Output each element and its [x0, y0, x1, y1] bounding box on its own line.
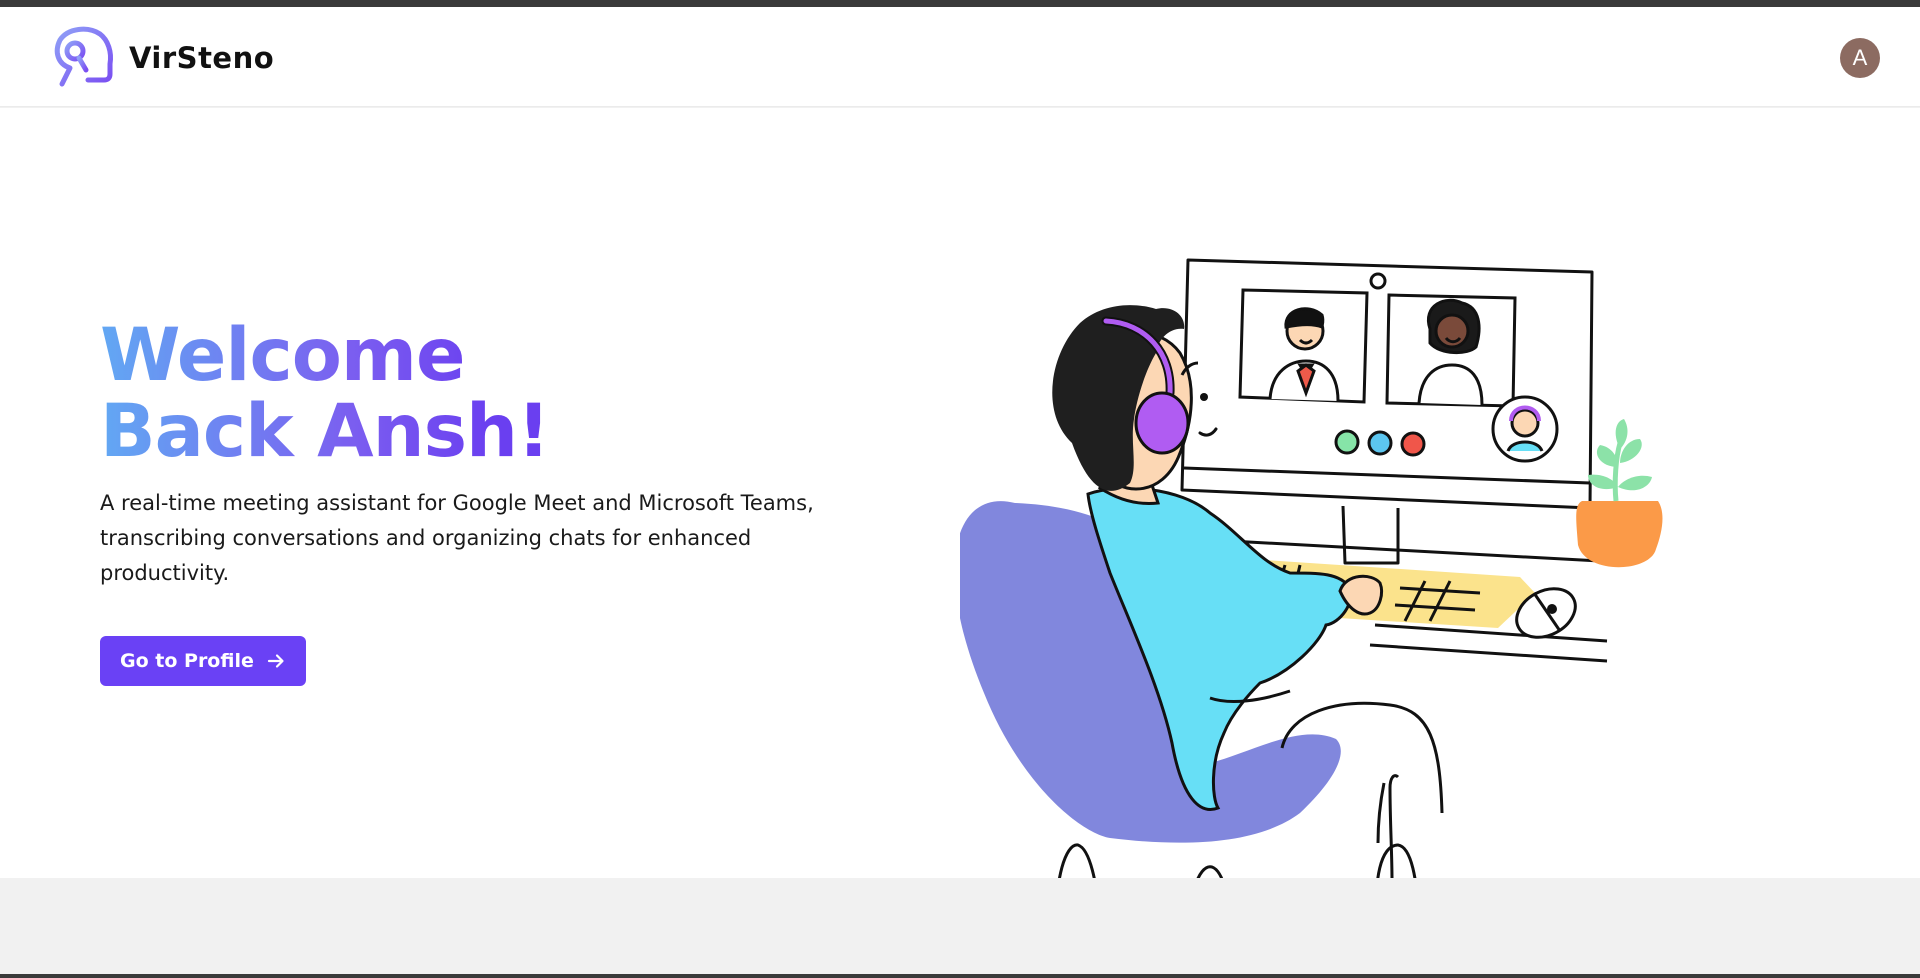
- hero-description: A real-time meeting assistant for Google…: [100, 491, 814, 585]
- site-header: VirSteno A: [0, 7, 1920, 107]
- video-tile-1: [1238, 288, 1369, 404]
- page-footer-area: [0, 878, 1920, 974]
- top-window-bar: [0, 0, 1920, 7]
- desk-graphic: [1369, 623, 1608, 663]
- call-button-blue: [1367, 430, 1393, 456]
- bottom-window-bar: [0, 974, 1920, 978]
- go-to-profile-label: Go to Profile: [120, 650, 254, 672]
- page-title: Welcome Back Ansh!: [100, 318, 660, 470]
- user-avatar[interactable]: A: [1840, 38, 1880, 78]
- brand-name[interactable]: VirSteno: [129, 41, 274, 75]
- video-tile-2: [1385, 293, 1517, 408]
- arrow-right-icon: [267, 654, 284, 668]
- hero-text-block: Welcome Back Ansh! A real-time meeting a…: [100, 318, 860, 686]
- call-button-red: [1400, 431, 1426, 457]
- hero-section: Welcome Back Ansh! A real-time meeting a…: [0, 108, 1920, 944]
- video-tile-3: [1491, 395, 1559, 463]
- virsteno-logo-icon[interactable]: [48, 24, 118, 94]
- meeting-illustration: [960, 258, 1663, 944]
- call-button-green: [1334, 429, 1360, 455]
- go-to-profile-button[interactable]: Go to Profile: [100, 636, 306, 686]
